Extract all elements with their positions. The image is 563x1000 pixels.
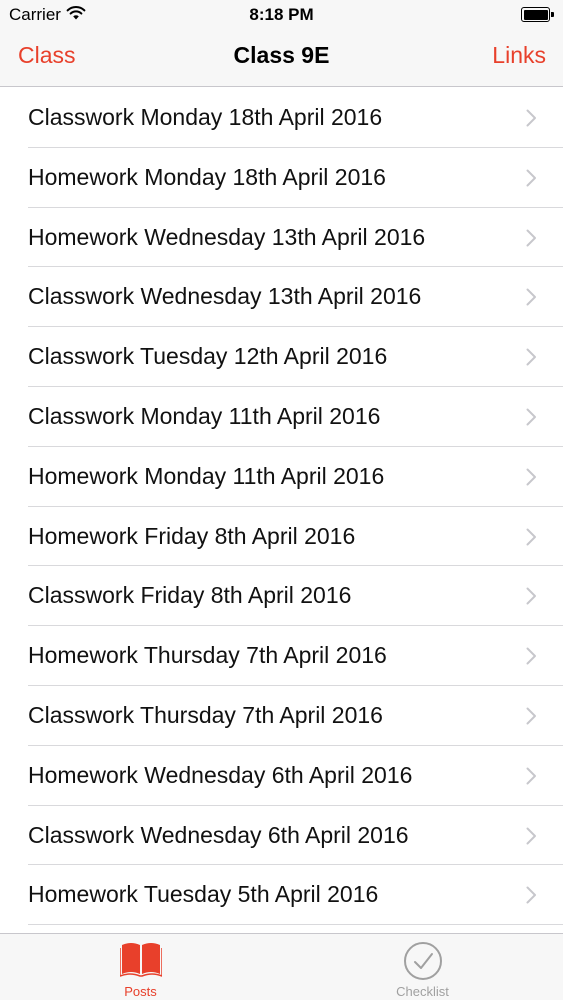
chevron-right-icon (526, 707, 536, 725)
list-item-label: Homework Monday 11th April 2016 (28, 462, 385, 489)
list-item-label: Classwork Tuesday 12th April 2016 (28, 343, 388, 370)
chevron-right-icon (526, 109, 536, 127)
chevron-right-icon (526, 468, 536, 486)
list-item[interactable]: Classwork Monday 11th April 2016 (0, 387, 563, 447)
list-item-label: Homework Monday 18th April 2016 (28, 163, 386, 190)
tab-bar: Posts Checklist (0, 933, 563, 1000)
chevron-right-icon (526, 767, 536, 785)
list-item-label: Classwork Wednesday 13th April 2016 (28, 283, 422, 310)
chevron-right-icon (526, 229, 536, 247)
list-item-label: Classwork Friday 8th April 2016 (28, 582, 352, 609)
posts-list[interactable]: Classwork Monday 18th April 2016 Homewor… (0, 88, 563, 933)
list-item-label: Classwork Monday 18th April 2016 (28, 104, 383, 130)
checkmark-circle-icon (403, 942, 442, 980)
list-item-label: Homework Wednesday 13th April 2016 (28, 223, 426, 250)
list-item[interactable]: Classwork Thursday 7th April 2016 (0, 686, 563, 746)
list-item-label: Homework Thursday 7th April 2016 (28, 642, 387, 669)
list-item[interactable]: Homework Monday 18th April 2016 (0, 148, 563, 208)
tab-checklist[interactable]: Checklist (282, 934, 563, 1000)
list-item[interactable]: Classwork Wednesday 6th April 2016 (0, 806, 563, 866)
chevron-right-icon (526, 827, 536, 845)
chevron-right-icon (526, 886, 536, 904)
book-icon (119, 943, 162, 977)
list-item[interactable]: Homework Wednesday 6th April 2016 (0, 746, 563, 806)
tab-posts[interactable]: Posts (0, 934, 281, 1000)
list-item[interactable]: Homework Tuesday 5th April 2016 (0, 865, 563, 925)
list-item[interactable]: Classwork Friday 8th April 2016 (0, 566, 563, 626)
chevron-right-icon (526, 169, 536, 187)
list-item[interactable]: Classwork Monday 18th April 2016 (0, 88, 563, 148)
list-item[interactable]: Homework Monday 11th April 2016 (0, 447, 563, 507)
list-item[interactable]: Classwork Wednesday 13th April 2016 (0, 267, 563, 327)
list-item[interactable]: Homework Wednesday 13th April 2016 (0, 208, 563, 268)
chevron-right-icon (526, 647, 536, 665)
chevron-right-icon (526, 348, 536, 366)
list-item-label: Homework Tuesday 5th April 2016 (28, 881, 379, 908)
chevron-right-icon (526, 587, 536, 605)
status-bar: Carrier 8:18 PM (0, 0, 563, 30)
status-time: 8:18 PM (249, 5, 314, 24)
list-item[interactable]: Homework Friday 8th April 2016 (0, 507, 563, 567)
list-item[interactable]: Homework Thursday 7th April 2016 (0, 626, 563, 686)
battery-icon (521, 7, 554, 22)
list-item-label: Homework Friday 8th April 2016 (28, 522, 356, 549)
chevron-right-icon (526, 528, 536, 546)
navigation-bar: Class Class 9E Links (0, 30, 563, 87)
links-button[interactable]: Links (492, 42, 546, 69)
page-title: Class 9E (233, 42, 330, 68)
tab-checklist-label: Checklist (396, 984, 449, 999)
chevron-right-icon (526, 408, 536, 426)
list-item-label: Homework Wednesday 6th April 2016 (28, 761, 413, 788)
list-item-label: Classwork Wednesday 6th April 2016 (28, 821, 409, 848)
list-item-label: Classwork Thursday 7th April 2016 (28, 701, 383, 728)
chevron-right-icon (526, 288, 536, 306)
list-item[interactable]: Classwork Tuesday 12th April 2016 (0, 327, 563, 387)
screen: Carrier 8:18 PM Class Class 9E Links Cla… (0, 0, 563, 1000)
list-item-label: Classwork Monday 11th April 2016 (28, 402, 381, 429)
tab-posts-label: Posts (124, 984, 157, 999)
